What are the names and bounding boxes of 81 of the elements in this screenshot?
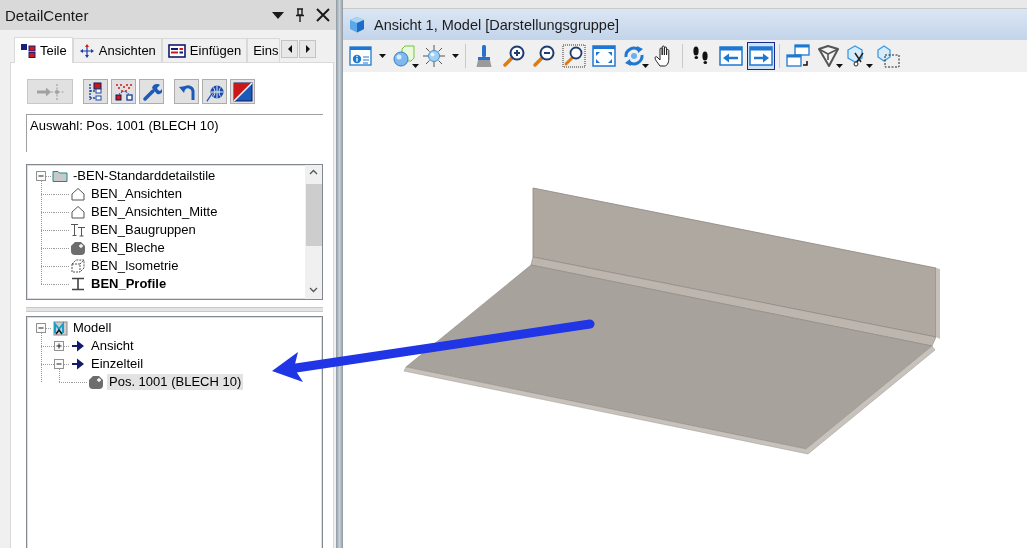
dashed-box-icon xyxy=(70,258,86,274)
arrow-crosshair-icon xyxy=(35,81,65,102)
folder-icon xyxy=(52,168,68,184)
zoom-window-button[interactable] xyxy=(560,42,588,70)
tree-item[interactable]: Ansicht xyxy=(89,338,136,354)
fit-frame-icon xyxy=(592,44,616,68)
arrow-right-icon xyxy=(70,338,86,354)
tree-item[interactable]: -BEN-Standarddetailstile xyxy=(71,168,218,184)
four-arrows-icon xyxy=(78,42,95,59)
tree-item[interactable]: BEN_Isometrie xyxy=(89,258,181,274)
undo-button[interactable] xyxy=(174,79,199,104)
collapse-icon[interactable] xyxy=(54,359,64,369)
chevron-up-icon[interactable] xyxy=(309,169,318,175)
globe-pencil-button[interactable] xyxy=(202,79,227,104)
tab[interactable]: Ansichten xyxy=(72,38,162,62)
wrench-button[interactable] xyxy=(139,79,164,104)
caret-icon xyxy=(642,64,649,68)
caret-icon xyxy=(452,54,459,58)
tree-item[interactable]: BEN_Ansichten_Mitte xyxy=(89,204,220,220)
tree-item[interactable]: BEN_Bleche xyxy=(89,240,167,256)
selection-field: Auswahl: Pos. 1001 (BLECH 10) xyxy=(26,114,323,152)
cube-dashed-box-icon xyxy=(876,44,900,68)
disc-plus-icon xyxy=(88,374,104,390)
house-outline-icon xyxy=(70,186,86,202)
cube-icon xyxy=(349,16,365,33)
stacked-windows-icon xyxy=(786,44,810,68)
arrow-right-icon xyxy=(70,356,86,372)
render-mode-button[interactable] xyxy=(390,42,418,70)
dropdown-triangle-icon[interactable] xyxy=(272,11,284,19)
caret-icon xyxy=(379,54,386,58)
tree-item[interactable]: Modell xyxy=(71,320,114,336)
zoom-extents-button[interactable] xyxy=(590,42,618,70)
tab-scroll-right-button[interactable] xyxy=(299,40,317,58)
dot-pattern-button[interactable] xyxy=(111,79,136,104)
scrollbar-thumb[interactable] xyxy=(305,184,322,246)
chevron-down-icon[interactable] xyxy=(309,287,318,293)
tree-item[interactable]: Pos. 1001 (BLECH 10) xyxy=(107,374,244,390)
diagonal-square-button[interactable] xyxy=(230,79,255,104)
collapse-icon[interactable] xyxy=(36,323,46,333)
split-square-icon xyxy=(232,81,253,102)
zigzag-tile-icon xyxy=(52,320,68,336)
tab[interactable]: Teile xyxy=(14,37,73,63)
view-title: Ansicht 1, Model [Darstellungsgruppe] xyxy=(374,16,620,33)
caret-icon xyxy=(412,64,419,68)
tree-structure-button[interactable] xyxy=(83,79,108,104)
tree-item[interactable]: BEN_Profile xyxy=(89,276,169,292)
disc-plus-icon xyxy=(70,240,86,256)
sun-icon xyxy=(422,44,446,68)
triangle-right-icon xyxy=(305,45,310,53)
dot-pattern-icon xyxy=(113,81,134,102)
tab[interactable]: Einfügen xyxy=(161,38,248,62)
tree-item[interactable]: BEN_Ansichten xyxy=(89,186,185,202)
caret-icon xyxy=(836,64,843,68)
wrench-icon xyxy=(141,81,162,102)
scrollbar[interactable] xyxy=(305,165,322,299)
panel-title: DetailCenter xyxy=(5,6,90,24)
collapse-icon[interactable] xyxy=(36,171,46,181)
tab-scroll-left-button[interactable] xyxy=(281,40,299,58)
tree-item[interactable]: Einzelteil xyxy=(89,356,146,372)
zoom-in-icon xyxy=(502,44,526,68)
close-icon[interactable] xyxy=(316,8,330,22)
caret-icon xyxy=(866,64,873,68)
i-beam-icon xyxy=(70,276,86,292)
t-beams-icon xyxy=(70,222,86,238)
tree-item[interactable]: BEN_Baugruppen xyxy=(89,222,198,238)
light-button[interactable] xyxy=(420,42,461,70)
orbit-arrows-icon xyxy=(622,44,646,68)
window-info-icon xyxy=(349,44,373,68)
expand-icon[interactable] xyxy=(54,341,64,351)
zoom-window-icon xyxy=(562,44,586,68)
sphere-cube-icon xyxy=(392,44,416,68)
panel-bars-icon xyxy=(167,42,186,59)
next-view-button[interactable] xyxy=(747,42,775,70)
arrange-windows-button[interactable] xyxy=(784,42,812,70)
squares-icon xyxy=(20,42,36,59)
house-outline-icon xyxy=(70,204,86,220)
cube-outline-icon xyxy=(816,44,840,68)
pin-icon[interactable] xyxy=(295,8,305,22)
zoom-out-icon xyxy=(532,44,556,68)
triangle-left-icon xyxy=(287,45,292,53)
tab[interactable]: Eins xyxy=(247,38,281,62)
